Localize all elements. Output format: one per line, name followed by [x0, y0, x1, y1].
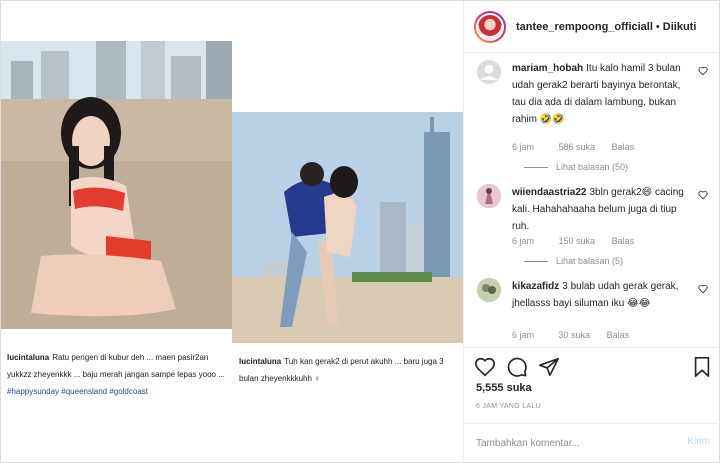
comment-body: mariam_hobah Itu kalo hamil 3 bulan udah …: [512, 60, 694, 128]
post-time-ago: 6 JAM YANG LALU: [476, 403, 541, 410]
bookmark-icon[interactable]: [692, 356, 712, 378]
author-username[interactable]: tantee_rempoong_officiall: [516, 21, 653, 33]
comment-likes[interactable]: 150 suka: [559, 236, 596, 246]
reply-button[interactable]: Balas: [607, 330, 630, 340]
view-replies-label: Lihat balasan (5): [556, 256, 624, 266]
header-separator: •: [655, 20, 660, 33]
commenter-username[interactable]: kikazafidz: [512, 281, 559, 292]
follow-status-button[interactable]: Diikuti: [663, 21, 697, 33]
author-avatar[interactable]: [474, 10, 506, 43]
view-replies-button[interactable]: Lihat balasan (5): [524, 256, 623, 266]
comment-likes[interactable]: 30 suka: [559, 330, 591, 340]
comment-time: 6 jam: [512, 142, 535, 152]
post-side-panel: tantee_rempoong_officiall • Diikuti mari…: [463, 1, 720, 462]
beach-photo-left[interactable]: [1, 41, 232, 329]
comment-bubble-icon[interactable]: [506, 356, 528, 378]
caption-hashtags[interactable]: #happysunday #queensland #goldcoast: [7, 387, 148, 396]
comment-list[interactable]: mariam_hobah Itu kalo hamil 3 bulan udah …: [464, 54, 720, 347]
comment-heart-icon[interactable]: [698, 66, 708, 76]
add-comment-bar: Kirim: [464, 423, 720, 462]
photo-caption-right: lucintaluna Tuh kan gerak2 di perut akuhh…: [239, 353, 461, 387]
caption-username[interactable]: lucintaluna: [7, 353, 49, 362]
reply-button[interactable]: Balas: [612, 236, 635, 246]
comment-time: 6 jam: [512, 330, 535, 340]
reply-button[interactable]: Balas: [612, 142, 635, 152]
beach-photo-right[interactable]: [232, 112, 463, 343]
comment-body: wiiendaastria22 3bln gerak2😄 cacing kali.…: [512, 184, 694, 235]
view-replies-label: Lihat balasan (50): [556, 162, 629, 172]
commenter-username[interactable]: wiiendaastria22: [512, 187, 586, 198]
comment-heart-icon[interactable]: [698, 284, 708, 294]
post-actions: 5,555 suka 6 JAM YANG LALU: [464, 347, 720, 423]
comment-meta: 6 jam 30 suka Balas: [512, 330, 651, 340]
commenter-avatar[interactable]: [477, 278, 501, 302]
comment-item: mariam_hobah Itu kalo hamil 3 bulan udah …: [474, 56, 714, 176]
commenter-username[interactable]: mariam_hobah: [512, 63, 583, 74]
comment-likes[interactable]: 586 suka: [559, 142, 596, 152]
post-comment-button[interactable]: Kirim: [687, 436, 710, 447]
commenter-avatar[interactable]: [477, 60, 501, 84]
caption-username[interactable]: lucintaluna: [239, 357, 281, 366]
paper-plane-icon[interactable]: [538, 356, 560, 378]
post-media[interactable]: lucintaluna Ratu pengen di kubur deh ... …: [1, 1, 463, 462]
heart-icon[interactable]: [474, 356, 496, 378]
like-count[interactable]: 5,555 suka: [476, 382, 532, 394]
comment-meta: 6 jam 150 suka Balas: [512, 236, 656, 246]
view-replies-button[interactable]: Lihat balasan (50): [524, 162, 628, 172]
comment-heart-icon[interactable]: [698, 190, 708, 200]
comment-body: kikazafidz 3 bulab udah gerak gerak, jhel…: [512, 278, 694, 312]
comment-item: wiiendaastria22 3bln gerak2😄 cacing kali.…: [474, 180, 714, 266]
comment-meta: 6 jam 586 suka Balas: [512, 142, 656, 152]
comment-input[interactable]: [476, 434, 666, 452]
commenter-avatar[interactable]: [477, 184, 501, 208]
photo-caption-left: lucintaluna Ratu pengen di kubur deh ... …: [7, 349, 229, 400]
comment-time: 6 jam: [512, 236, 535, 246]
comment-item: kikazafidz 3 bulab udah gerak gerak, jhel…: [474, 274, 714, 346]
post-header: tantee_rempoong_officiall • Diikuti: [464, 1, 720, 53]
